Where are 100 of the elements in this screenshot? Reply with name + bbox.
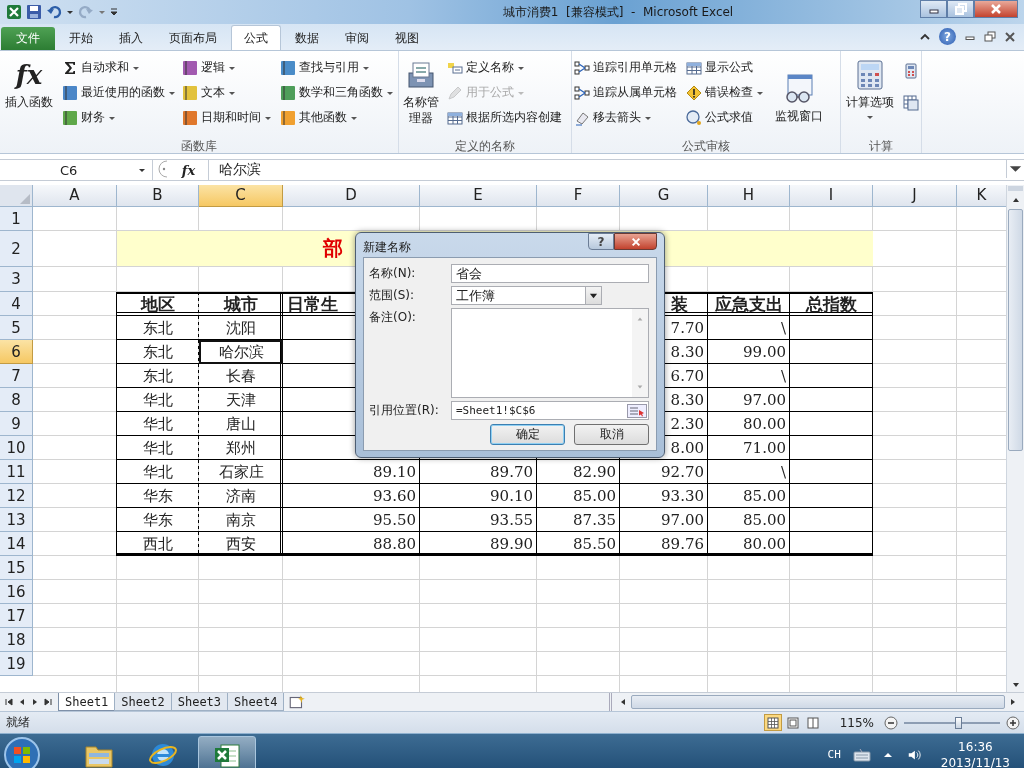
ribbon-button[interactable]: 错误检查 [684,80,766,105]
ribbon-button[interactable]: 显示公式 [684,55,766,80]
ribbon-button[interactable]: 日期和时间 [180,105,276,130]
row-header[interactable]: 5 [0,316,33,340]
sheet-tab[interactable]: Sheet1 [58,693,116,711]
help-button[interactable]: ? [588,233,614,250]
sheet-tab[interactable]: Sheet4 [227,693,285,711]
ribbon-button[interactable]: 文本 [180,80,276,105]
row-header[interactable]: 6 [0,340,33,364]
column-header[interactable]: I [790,185,873,207]
zoom-level[interactable]: 115% [839,715,874,730]
slider-thumb[interactable] [954,716,962,729]
row-header[interactable]: 9 [0,412,33,436]
name-box[interactable]: C6 [0,160,153,180]
column-header[interactable]: A [33,185,117,207]
ribbon-tab[interactable]: 视图 [383,27,431,50]
row-header[interactable]: 18 [0,628,33,652]
ribbon-button[interactable]: 财务 [60,105,178,130]
close-button[interactable] [614,233,657,250]
restore-icon[interactable] [984,30,996,43]
ribbon-tab[interactable]: 审阅 [333,27,381,50]
scope-dropdown[interactable]: 工作簿 [451,286,602,305]
ribbon-button[interactable]: fx 插入函数 [0,55,58,138]
language-indicator[interactable]: CH [827,748,841,761]
ribbon-button[interactable]: 计算选项 [841,55,899,138]
split-handle[interactable] [1008,186,1023,191]
undo-icon[interactable] [46,4,62,20]
row-header[interactable]: 8 [0,388,33,412]
collapse-dialog-icon[interactable] [627,403,647,418]
clock-date[interactable]: 2013/11/13 [940,754,1010,768]
minimize-button[interactable] [920,0,947,18]
insert-function-button[interactable]: fx [169,160,209,180]
column-header[interactable]: D [283,185,420,207]
zoom-in-button[interactable] [1006,715,1020,730]
row-header[interactable]: 17 [0,604,33,628]
row-header[interactable]: 11 [0,460,33,484]
column-header[interactable]: H [708,185,790,207]
ribbon-button[interactable]: 定义名称 [445,55,564,80]
ribbon-tab[interactable]: 页面布局 [157,27,229,50]
ribbon-button[interactable]: 最近使用的函数 [60,80,178,105]
row-header[interactable]: 1 [0,207,33,231]
normal-view-button[interactable] [763,714,782,731]
clock-time[interactable]: 16:36 [958,738,993,755]
sheet-tab[interactable]: Sheet3 [170,693,229,711]
sheet-tab[interactable]: Sheet2 [114,693,172,711]
column-header[interactable]: J [873,185,957,207]
formula-input[interactable]: 哈尔滨 [209,160,1006,180]
ribbon-button[interactable]: 名称管理器 [399,55,443,138]
first-sheet-icon[interactable] [4,697,14,707]
customize-icon[interactable] [110,8,118,16]
ribbon-button[interactable]: 自动求和 [60,55,178,80]
column-header[interactable]: G [620,185,708,207]
ribbon-button[interactable]: 逻辑 [180,55,276,80]
vertical-scrollbar[interactable] [1006,185,1024,692]
name-field[interactable]: 省会 [451,264,649,283]
caret-icon[interactable] [66,8,74,16]
spreadsheet-button[interactable] [198,735,256,768]
insert-sheet-icon[interactable] [288,694,307,710]
close-icon[interactable] [1004,30,1016,43]
ribbon-button[interactable]: 追踪引用单元格 [572,55,682,80]
row-header[interactable]: 14 [0,532,33,556]
row-header[interactable]: 15 [0,556,33,580]
row-header[interactable]: 19 [0,652,33,676]
row-header[interactable]: 2 [0,231,33,267]
ribbon-button[interactable]: 查找与引用 [278,55,396,80]
column-header[interactable]: B [117,185,199,207]
ribbon-tab[interactable]: 公式 [231,25,281,50]
restore-button[interactable] [947,0,974,18]
zoom-slider[interactable] [904,715,1000,730]
reference-field[interactable]: =Sheet1!$C$6 [451,401,649,420]
ribbon-button[interactable]: 移去箭头 [572,105,682,130]
column-header[interactable]: C [199,185,283,207]
spreadsheet-icon[interactable] [6,4,22,20]
row-header[interactable]: 12 [0,484,33,508]
ribbon-tab[interactable]: 开始 [57,27,105,50]
ribbon-button[interactable]: 追踪从属单元格 [572,80,682,105]
row-header[interactable]: 10 [0,436,33,460]
row-header[interactable]: 16 [0,580,33,604]
ribbon-button[interactable]: 根据所选内容创建 [445,105,564,130]
row-header[interactable]: 4 [0,292,33,316]
ribbon-tab[interactable]: 插入 [107,27,155,50]
last-sheet-icon[interactable] [43,697,53,707]
keyboard-icon[interactable] [852,747,871,762]
row-header[interactable]: 13 [0,508,33,532]
cancel-button[interactable]: 取消 [574,424,649,445]
expand-icon[interactable] [1006,160,1024,178]
ribbon-tab[interactable]: 文件 [1,27,55,50]
row-header[interactable]: 7 [0,364,33,388]
ribbon-button[interactable]: 其他函数 [278,105,396,130]
ribbon-button[interactable]: 监视窗口 [768,69,830,138]
table-button[interactable] [901,93,921,113]
column-header[interactable]: F [537,185,620,207]
ok-button[interactable]: 确定 [490,424,565,445]
column-header[interactable]: K [957,185,1006,207]
ribbon-button[interactable]: 公式求值 [684,105,766,130]
column-header[interactable]: E [420,185,537,207]
save-icon[interactable] [26,4,42,20]
zoom-out-button[interactable] [884,715,898,730]
ribbon-button[interactable]: 数学和三角函数 [278,80,396,105]
close-button[interactable] [974,0,1018,18]
